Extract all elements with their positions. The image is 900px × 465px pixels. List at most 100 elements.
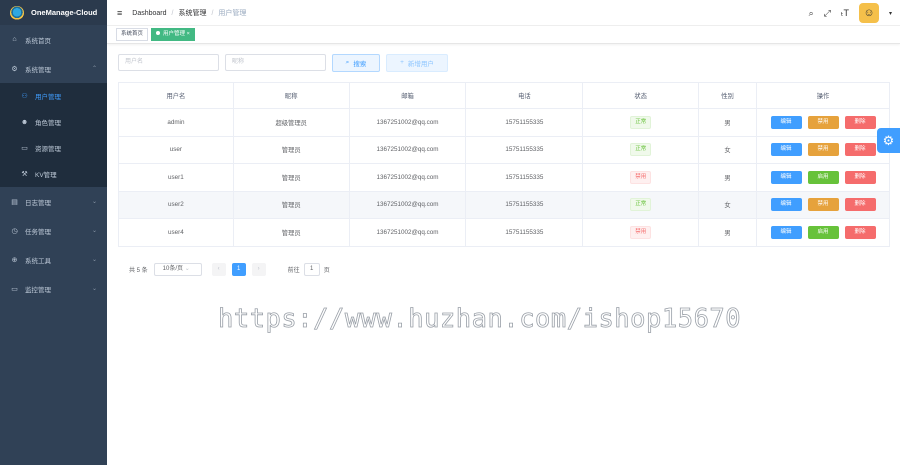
sidebar-item-kv[interactable]: ⚒ KV管理 bbox=[0, 161, 107, 187]
page-size-select[interactable]: 10条/页 ⌄ bbox=[153, 263, 202, 276]
table-row: user4 管理员 1367251002@qq.com 15751155335 … bbox=[118, 218, 890, 247]
sidebar-item-monitor[interactable]: ▭ 监控管理 ⌄ bbox=[0, 274, 107, 303]
tag-home[interactable]: 系统首页 bbox=[116, 28, 149, 41]
caret-down-icon[interactable]: ▾ bbox=[889, 10, 892, 17]
cell-username: user1 bbox=[118, 163, 234, 192]
sidebar-item-label: 日志管理 bbox=[25, 199, 51, 207]
page-number[interactable]: 1 bbox=[231, 263, 246, 276]
breadcrumb-dashboard[interactable]: Dashboard bbox=[132, 10, 166, 17]
sidebar-item-system[interactable]: ⚙ 系统管理 ⌃ bbox=[0, 54, 107, 83]
sidebar-item-roles[interactable]: ☻ 角色管理 bbox=[0, 109, 107, 135]
edit-button[interactable]: 编辑 bbox=[770, 143, 802, 157]
edit-button[interactable]: 编辑 bbox=[770, 115, 802, 129]
sidebar-item-logs[interactable]: ▤ 日志管理 ⌄ bbox=[0, 187, 107, 216]
edit-button[interactable]: 编辑 bbox=[770, 225, 802, 239]
add-user-button[interactable]: + 新增用户 bbox=[386, 53, 448, 72]
cell-status: 禁用 bbox=[582, 163, 699, 192]
breadcrumb-system[interactable]: 系统管理 bbox=[178, 10, 206, 17]
next-page-button[interactable]: › bbox=[251, 263, 266, 276]
fullscreen-icon[interactable]: ⤢ bbox=[824, 8, 831, 19]
monitor-icon: ▭ bbox=[11, 285, 18, 293]
column-header: 昵称 bbox=[232, 82, 350, 109]
avatar[interactable]: ☺ bbox=[858, 3, 879, 23]
main-content: 用户名 昵称 ⌕ 搜索 + 新增用户 用户名 昵称 邮箱 电话 状态 性别 操作 bbox=[118, 53, 890, 247]
pagination: 共 5 条 10条/页 ⌄ ‹ 1 › 前往 1 页 bbox=[129, 263, 330, 276]
delete-button[interactable]: 删除 bbox=[844, 143, 876, 157]
hamburger-icon[interactable]: ≡ bbox=[117, 8, 122, 18]
status-badge: 正常 bbox=[630, 198, 652, 212]
sidebar-item-users[interactable]: ⚇ 用户管理 bbox=[0, 83, 107, 109]
goto-page-input[interactable]: 1 bbox=[303, 263, 320, 276]
sidebar-item-resources[interactable]: ▭ 资源管理 bbox=[0, 135, 107, 161]
cell-username: user2 bbox=[118, 191, 234, 219]
cell-gender: 男 bbox=[698, 108, 757, 137]
delete-button[interactable]: 删除 bbox=[844, 170, 876, 184]
sidebar-item-label: 资源管理 bbox=[35, 146, 61, 153]
sidebar-item-label: 系统管理 bbox=[25, 66, 51, 74]
page-suffix: 页 bbox=[323, 268, 330, 274]
active-dot bbox=[156, 31, 161, 35]
task-icon: ◷ bbox=[11, 227, 18, 235]
sidebar-item-label: 任务管理 bbox=[25, 228, 51, 236]
add-user-button-label: 新增用户 bbox=[407, 60, 434, 68]
pagination-total: 共 5 条 bbox=[129, 268, 148, 274]
cell-actions: 编辑 禁用 删除 bbox=[756, 136, 890, 164]
cell-username: user bbox=[118, 136, 234, 164]
cell-phone: 15751155335 bbox=[465, 191, 583, 219]
column-header: 用户名 bbox=[118, 82, 234, 109]
delete-button[interactable]: 删除 bbox=[844, 115, 876, 129]
page-size-value: 10条/页 bbox=[162, 266, 184, 272]
sidebar-item-label: 用户管理 bbox=[35, 94, 61, 101]
sidebar: OneManage-Cloud ⌂ 系统首页 ⚙ 系统管理 ⌃ ⚇ 用户管理 ☻… bbox=[0, 0, 107, 465]
cell-phone: 15751155335 bbox=[465, 163, 583, 192]
status-badge: 禁用 bbox=[630, 170, 652, 184]
sidebar-item-label: 监控管理 bbox=[25, 286, 51, 294]
settings-gear-icon[interactable]: ⚙ bbox=[877, 128, 900, 153]
toggle-status-button[interactable]: 启用 bbox=[807, 170, 839, 184]
sidebar-item-tools[interactable]: ⊕ 系统工具 ⌄ bbox=[0, 245, 107, 274]
cell-status: 正常 bbox=[582, 136, 699, 164]
chevron-down-icon: ⌄ bbox=[91, 228, 97, 234]
column-header: 状态 bbox=[582, 82, 699, 109]
toggle-status-button[interactable]: 禁用 bbox=[807, 115, 839, 129]
tag-users[interactable]: 用户管理 × bbox=[151, 28, 195, 41]
tag-label: 用户管理 bbox=[163, 31, 186, 37]
sidebar-item-home[interactable]: ⌂ 系统首页 bbox=[0, 25, 107, 54]
toggle-status-button[interactable]: 启用 bbox=[807, 225, 839, 239]
role-icon: ☻ bbox=[20, 118, 29, 126]
search-icon[interactable]: ⌕ bbox=[809, 8, 814, 19]
logo-icon bbox=[10, 5, 24, 20]
cell-nickname: 管理员 bbox=[232, 136, 350, 164]
cell-email: 1367251002@qq.com bbox=[348, 218, 466, 247]
users-table: 用户名 昵称 邮箱 电话 状态 性别 操作 admin 超级管理员 136725… bbox=[118, 82, 890, 247]
table-row: admin 超级管理员 1367251002@qq.com 1575115533… bbox=[118, 108, 890, 137]
search-icon: ⌕ bbox=[345, 58, 350, 66]
edit-button[interactable]: 编辑 bbox=[770, 198, 802, 212]
nickname-input[interactable]: 昵称 bbox=[225, 54, 326, 71]
delete-button[interactable]: 删除 bbox=[844, 198, 876, 212]
table-row: user 管理员 1367251002@qq.com 15751155335 正… bbox=[118, 136, 890, 164]
toggle-status-button[interactable]: 禁用 bbox=[807, 143, 839, 157]
close-icon[interactable]: × bbox=[187, 31, 190, 37]
watermark: https://www.huzhan.com/ishop15670 bbox=[218, 304, 742, 335]
app-title: OneManage-Cloud bbox=[31, 8, 98, 17]
chevron-down-icon: ⌄ bbox=[91, 286, 97, 292]
breadcrumb-separator: / bbox=[171, 9, 174, 17]
font-size-icon[interactable]: ₜT bbox=[841, 8, 849, 19]
cell-email: 1367251002@qq.com bbox=[348, 191, 466, 219]
cell-gender: 女 bbox=[698, 136, 757, 164]
brand[interactable]: OneManage-Cloud bbox=[0, 0, 107, 25]
sidebar-item-label: 系统工具 bbox=[25, 257, 51, 265]
cell-nickname: 管理员 bbox=[232, 191, 350, 219]
delete-button[interactable]: 删除 bbox=[844, 225, 876, 239]
column-header: 电话 bbox=[465, 82, 583, 109]
cell-email: 1367251002@qq.com bbox=[348, 163, 466, 192]
filter-bar: 用户名 昵称 ⌕ 搜索 + 新增用户 bbox=[118, 53, 890, 72]
edit-button[interactable]: 编辑 bbox=[770, 170, 802, 184]
prev-page-button[interactable]: ‹ bbox=[211, 263, 226, 276]
toggle-status-button[interactable]: 禁用 bbox=[807, 198, 839, 212]
search-button[interactable]: ⌕ 搜索 bbox=[332, 53, 380, 72]
cell-status: 正常 bbox=[582, 108, 699, 137]
username-input[interactable]: 用户名 bbox=[118, 54, 219, 71]
sidebar-item-tasks[interactable]: ◷ 任务管理 ⌄ bbox=[0, 216, 107, 245]
